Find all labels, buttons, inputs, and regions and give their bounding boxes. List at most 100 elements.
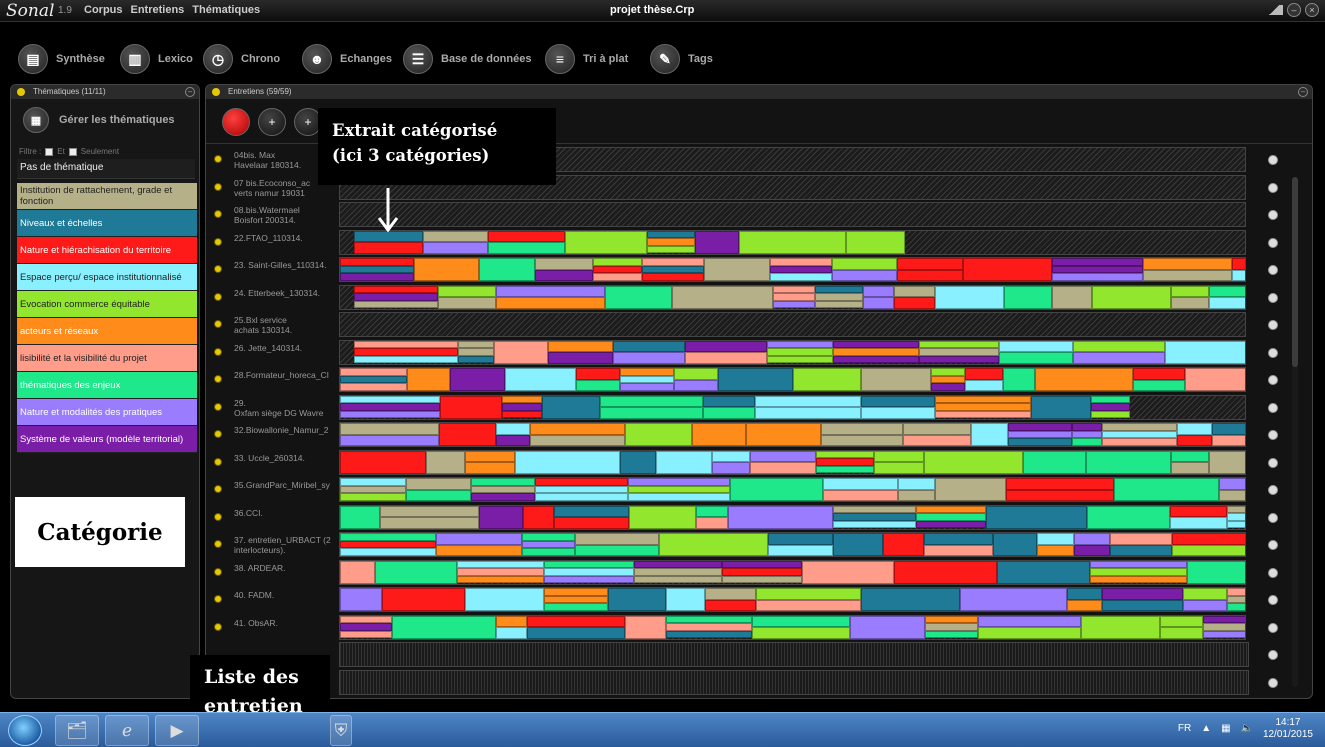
- record-button[interactable]: [222, 108, 250, 136]
- coded-segment[interactable]: [903, 423, 971, 435]
- coded-segment[interactable]: [750, 462, 816, 474]
- coded-segment[interactable]: [965, 379, 1003, 391]
- thematic-item[interactable]: Niveaux et échelles: [17, 210, 197, 237]
- coded-segment[interactable]: [340, 258, 414, 266]
- toolbar-button-4[interactable]: ☰ Base de données: [403, 44, 531, 74]
- coded-segment[interactable]: [1209, 297, 1245, 309]
- coded-segment[interactable]: [1171, 462, 1209, 474]
- coded-segment[interactable]: [544, 595, 608, 604]
- coded-segment[interactable]: [1092, 285, 1171, 309]
- coded-segment[interactable]: [1212, 434, 1245, 446]
- thematic-item[interactable]: lisibilité et la visibilité du projet: [17, 345, 197, 372]
- interview-open-button[interactable]: [1268, 155, 1278, 165]
- coded-segment[interactable]: [1177, 423, 1212, 435]
- coded-segment[interactable]: [426, 450, 465, 474]
- coded-segment[interactable]: [340, 548, 436, 556]
- coded-segment[interactable]: [925, 615, 978, 624]
- coded-segment[interactable]: [874, 450, 924, 462]
- coded-segment[interactable]: [894, 560, 997, 584]
- coded-segment[interactable]: [1160, 627, 1203, 639]
- coded-segment[interactable]: [685, 352, 767, 364]
- toolbar-button-1[interactable]: ▥ Lexico: [120, 44, 193, 74]
- thematic-item[interactable]: Nature et hiérachisation du territoire: [17, 237, 197, 264]
- coded-segment[interactable]: [1160, 615, 1203, 627]
- coded-segment[interactable]: [755, 395, 861, 407]
- coded-segment[interactable]: [770, 273, 832, 281]
- coded-segment[interactable]: [674, 368, 718, 380]
- coded-segment[interactable]: [340, 505, 380, 529]
- coded-segment[interactable]: [423, 230, 488, 242]
- coded-segment[interactable]: [340, 478, 406, 486]
- coded-segment[interactable]: [340, 434, 439, 446]
- coded-segment[interactable]: [746, 423, 821, 446]
- interview-timeline[interactable]: [339, 669, 1249, 695]
- coded-segment[interactable]: [522, 548, 575, 556]
- interview-open-button[interactable]: [1268, 567, 1278, 578]
- interview-status-icon[interactable]: [214, 265, 222, 273]
- coded-segment[interactable]: [1008, 430, 1072, 439]
- coded-segment[interactable]: [354, 300, 438, 309]
- coded-segment[interactable]: [833, 348, 919, 356]
- coded-segment[interactable]: [935, 410, 1031, 419]
- coded-segment[interactable]: [634, 560, 722, 569]
- coded-segment[interactable]: [993, 533, 1037, 556]
- coded-segment[interactable]: [647, 245, 695, 254]
- coded-segment[interactable]: [919, 340, 999, 349]
- coded-segment[interactable]: [554, 505, 629, 517]
- thematic-item[interactable]: acteurs et réseaux: [17, 318, 197, 345]
- coded-segment[interactable]: [554, 517, 629, 529]
- coded-segment[interactable]: [340, 485, 406, 494]
- interview-timeline[interactable]: [339, 477, 1246, 502]
- coded-segment[interactable]: [1227, 603, 1245, 611]
- coded-segment[interactable]: [340, 383, 407, 391]
- interview-status-icon[interactable]: [214, 292, 222, 301]
- coded-segment[interactable]: [620, 450, 656, 474]
- coded-segment[interactable]: [692, 423, 746, 446]
- coded-segment[interactable]: [752, 615, 850, 627]
- coded-segment[interactable]: [457, 568, 544, 576]
- coded-segment[interactable]: [605, 285, 672, 309]
- interview-open-button[interactable]: [1268, 320, 1278, 330]
- coded-segment[interactable]: [722, 575, 802, 584]
- only-checkbox[interactable]: [68, 147, 77, 156]
- coded-segment[interactable]: [768, 533, 833, 545]
- coded-segment[interactable]: [576, 368, 620, 380]
- thematic-item[interactable]: Evocation commerce équitable: [17, 291, 197, 318]
- interview-timeline[interactable]: [339, 449, 1246, 475]
- coded-segment[interactable]: [815, 285, 863, 294]
- coded-segment[interactable]: [1037, 544, 1074, 556]
- coded-segment[interactable]: [613, 352, 685, 364]
- interview-open-button[interactable]: [1268, 485, 1278, 495]
- coded-segment[interactable]: [458, 348, 494, 356]
- interview-open-button[interactable]: [1268, 677, 1278, 688]
- interview-timeline[interactable]: [339, 394, 1246, 420]
- coded-segment[interactable]: [978, 615, 1081, 627]
- coded-segment[interactable]: [1232, 269, 1245, 281]
- coded-segment[interactable]: [1219, 489, 1245, 501]
- interview-open-button[interactable]: [1268, 402, 1278, 413]
- and-checkbox[interactable]: [45, 147, 54, 156]
- coded-segment[interactable]: [1052, 273, 1143, 281]
- coded-segment[interactable]: [1090, 568, 1187, 576]
- coded-segment[interactable]: [340, 395, 440, 404]
- coded-segment[interactable]: [438, 297, 496, 309]
- coded-segment[interactable]: [593, 258, 642, 266]
- coded-segment[interactable]: [773, 293, 815, 301]
- coded-segment[interactable]: [833, 513, 916, 521]
- coded-segment[interactable]: [642, 265, 704, 274]
- coded-segment[interactable]: [340, 410, 440, 419]
- coded-segment[interactable]: [773, 300, 815, 309]
- coded-segment[interactable]: [340, 615, 392, 624]
- coded-segment[interactable]: [628, 485, 730, 494]
- coded-segment[interactable]: [628, 493, 730, 501]
- coded-segment[interactable]: [544, 575, 634, 584]
- coded-segment[interactable]: [897, 258, 963, 270]
- interview-timeline[interactable]: [339, 339, 1246, 365]
- coded-segment[interactable]: [527, 615, 625, 627]
- coded-segment[interactable]: [823, 489, 898, 501]
- coded-segment[interactable]: [642, 258, 704, 266]
- toolbar-button-0[interactable]: ▤ Synthèse: [18, 44, 105, 74]
- coded-segment[interactable]: [1102, 599, 1183, 611]
- coded-segment[interactable]: [488, 230, 565, 242]
- interview-status-icon[interactable]: [214, 320, 222, 328]
